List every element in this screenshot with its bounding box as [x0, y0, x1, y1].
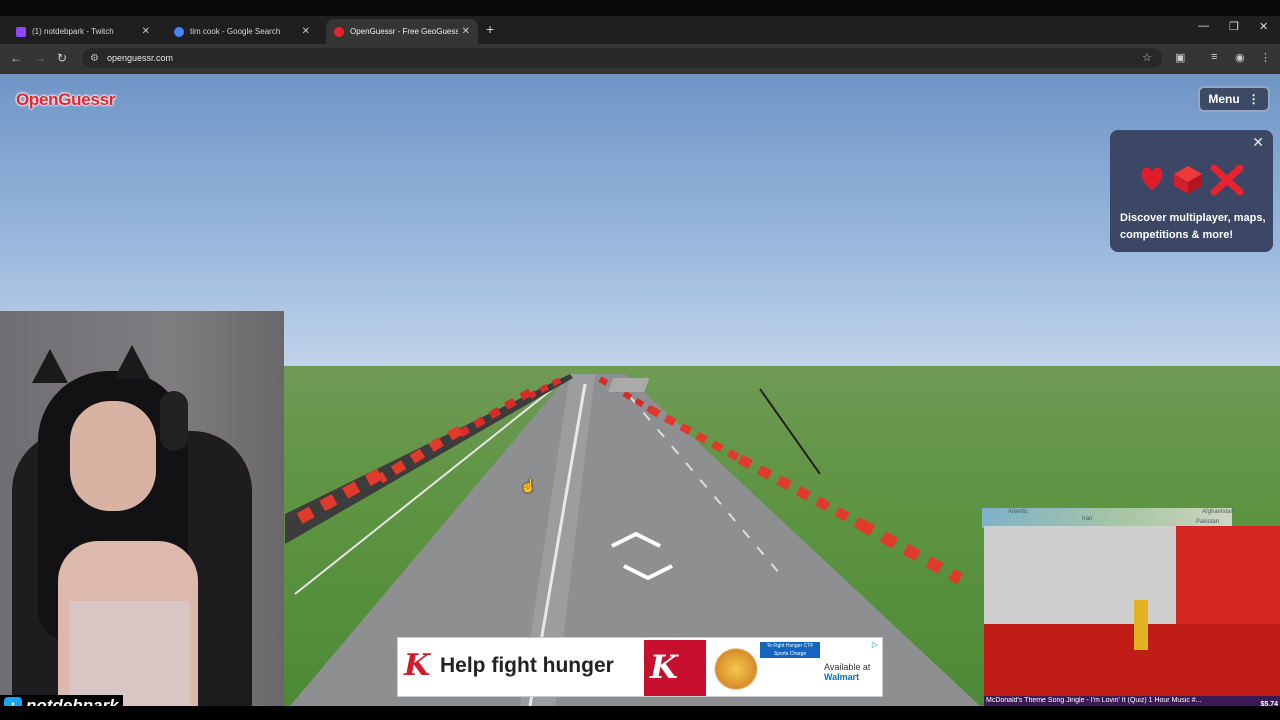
ad-banner[interactable]: K Help fight hunger K To Fight Hunger CT… — [397, 637, 883, 697]
guess-minimap[interactable]: Atlantic Afghanistan Iran Pakistan — [982, 508, 1234, 528]
mouse-cursor-icon: ☝ — [520, 478, 537, 493]
new-tab-icon[interactable]: + — [486, 21, 494, 37]
close-tab-icon[interactable]: ✕ — [302, 26, 310, 37]
ad-badge: To Fight Hunger CTF Sports Charge — [760, 642, 820, 658]
url-text: openguessr.com — [106, 53, 174, 63]
media-icon[interactable]: ≡ — [1211, 51, 1217, 63]
roadside-sign — [608, 378, 650, 392]
fries-object — [1134, 600, 1148, 650]
map-label: Pakistan — [1196, 519, 1220, 525]
extensions-icon[interactable]: ▣ — [1175, 51, 1185, 64]
kebab-menu-icon[interactable]: ⋮ — [1260, 51, 1271, 64]
top-black-strip — [0, 0, 1280, 16]
close-tab-icon[interactable]: ✕ — [142, 26, 150, 37]
promo-text: Discover multiplayer, maps, competitions… — [1120, 212, 1266, 241]
tab-google[interactable]: tim cook - Google Search ✕ — [166, 19, 318, 44]
back-icon[interactable]: ← — [10, 51, 22, 65]
tab-title: tim cook - Google Search — [190, 27, 281, 36]
kelloggs-k-icon: K — [650, 648, 678, 686]
available-line: Available at — [824, 662, 871, 672]
twitch-favicon-icon — [16, 26, 26, 37]
map-label: Atlantic — [1008, 509, 1028, 515]
power-line — [759, 388, 821, 475]
google-favicon-icon — [174, 26, 184, 37]
ad-headline: Help fight hunger — [440, 654, 614, 677]
ad-availability: Available at Walmart — [824, 662, 870, 682]
promo-icons — [1141, 164, 1244, 196]
cat-ear-right — [114, 345, 150, 379]
screen: (1) notdebpark - Twitch ✕ tim cook - Goo… — [0, 0, 1280, 720]
promo-card[interactable]: ✕ Discover multiplayer, maps, competitio… — [1110, 130, 1273, 252]
video-title: McDonald's Theme Song Jingle - I'm Lovin… — [986, 697, 1202, 704]
tab-openguessr[interactable]: OpenGuessr - Free GeoGuessr Alternative … — [326, 19, 478, 44]
tab-bar: (1) notdebpark - Twitch ✕ tim cook - Goo… — [0, 16, 1280, 44]
reload-icon[interactable]: ↻ — [57, 51, 67, 65]
kebab-icon: ⋮ — [1247, 92, 1260, 106]
openguessr-logo[interactable]: OpenGuessr — [16, 90, 115, 110]
tab-twitch[interactable]: (1) notdebpark - Twitch ✕ — [8, 19, 158, 44]
close-icon[interactable]: ✕ — [1252, 134, 1264, 151]
map-label: Afghanistan — [1202, 509, 1234, 515]
kelloggs-logo-icon: K — [404, 648, 431, 683]
walmart-line: Walmart — [824, 672, 860, 682]
profile-icon[interactable]: ◉ — [1235, 51, 1245, 64]
adchoices-icon[interactable]: ▷ — [872, 640, 878, 649]
cat-ear-left — [32, 349, 68, 383]
move-forward-arrow-icon[interactable] — [610, 532, 662, 548]
bookmark-star-icon[interactable]: ☆ — [1142, 51, 1152, 64]
heart-icon — [1141, 167, 1163, 190]
red-floor — [984, 624, 1280, 696]
openguessr-favicon-icon — [334, 26, 344, 37]
streamer-face — [70, 401, 156, 511]
menu-button[interactable]: Menu ⋮ — [1198, 86, 1270, 112]
close-tab-icon[interactable]: ✕ — [462, 26, 470, 37]
restore-icon[interactable]: ❐ — [1229, 20, 1239, 33]
minimize-icon[interactable]: — — [1198, 20, 1209, 32]
headphones — [160, 391, 188, 451]
tab-title: (1) notdebpark - Twitch — [32, 27, 114, 36]
close-window-icon[interactable]: ✕ — [1259, 20, 1268, 33]
cross-swords-icon — [1210, 164, 1244, 196]
forward-icon[interactable]: → — [34, 51, 46, 65]
webcam-overlay — [0, 311, 284, 720]
music-video-overlay — [984, 526, 1280, 696]
move-back-arrow-icon[interactable] — [622, 564, 674, 580]
menu-label: Menu — [1208, 92, 1240, 106]
site-info-icon[interactable]: ⚙ — [90, 53, 99, 64]
bottom-black-strip — [0, 706, 1280, 720]
tab-title: OpenGuessr - Free GeoGuessr Alternative — [350, 27, 458, 36]
cereal-bowl — [710, 644, 762, 694]
address-bar[interactable]: ⚙ openguessr.com — [82, 48, 1162, 68]
map-label: Iran — [1082, 516, 1093, 522]
